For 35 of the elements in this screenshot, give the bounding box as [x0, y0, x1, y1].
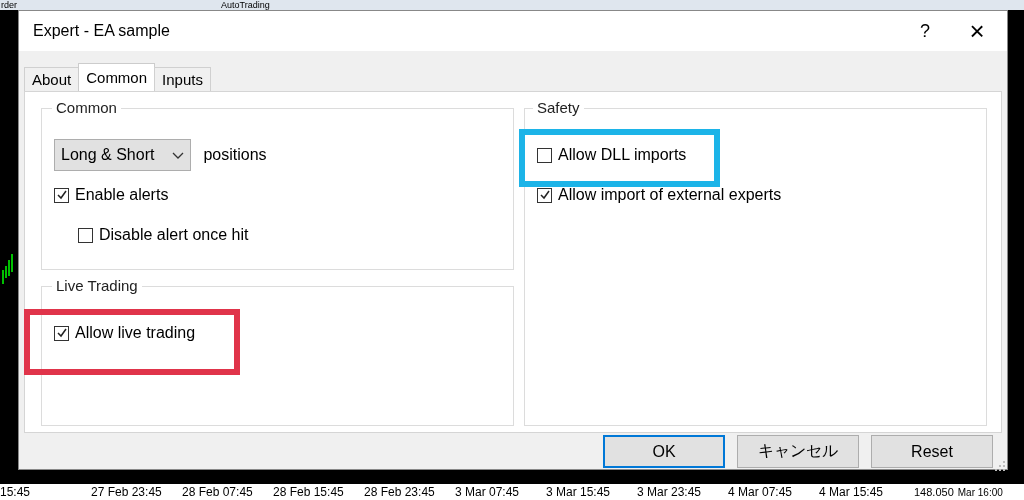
axis-label: 15:45 [0, 485, 32, 499]
dialog-button[interactable]: OK [603, 435, 725, 468]
tab[interactable]: About [24, 67, 80, 91]
close-button[interactable]: × [951, 11, 1003, 51]
checkbox[interactable]: Disable alert once hit [78, 226, 249, 244]
axis-label: Mar 16:00 [957, 486, 1003, 498]
axis-label: 4 Mar 07:45 [728, 485, 794, 499]
checkmark-icon [55, 189, 68, 201]
axis-label: 28 Feb 07:45 [182, 485, 254, 499]
dropdown[interactable]: Long & Short [54, 139, 192, 171]
axis-label: 3 Mar 07:45 [455, 485, 521, 499]
axis-label: 28 Feb 15:45 [273, 485, 345, 499]
axis-label: 3 Mar 15:45 [546, 485, 612, 499]
dialog-button[interactable]: キャンセル [737, 435, 859, 468]
dropdown-label: positions [203, 146, 267, 164]
menu-label[interactable]: rder [0, 0, 17, 10]
window-title: Expert - EA sample [33, 22, 171, 40]
checkbox[interactable]: Enable alerts [54, 186, 169, 204]
axis-label: 27 Feb 23:45 [91, 485, 163, 499]
tab[interactable]: Inputs [154, 67, 211, 91]
checkmark-icon [538, 189, 551, 201]
checkmark-icon [55, 327, 68, 339]
help-button[interactable]: ? [899, 11, 951, 51]
price-label: 148.050 [914, 486, 954, 498]
group-title: Live Trading [52, 277, 142, 294]
dialog-button[interactable]: Reset [871, 435, 993, 468]
checkbox[interactable]: Allow DLL imports [537, 146, 687, 164]
autotrading-button[interactable]: AutoTrading [217, 0, 274, 10]
checkbox[interactable]: Allow live trading [54, 324, 196, 342]
tab[interactable]: Common [78, 63, 156, 91]
group-title: Safety [533, 99, 584, 116]
axis-label: 3 Mar 23:45 [637, 485, 703, 499]
axis-label: 4 Mar 15:45 [819, 485, 885, 499]
checkbox[interactable]: Allow import of external experts [537, 186, 782, 204]
axis-label: 28 Feb 23:45 [364, 485, 436, 499]
